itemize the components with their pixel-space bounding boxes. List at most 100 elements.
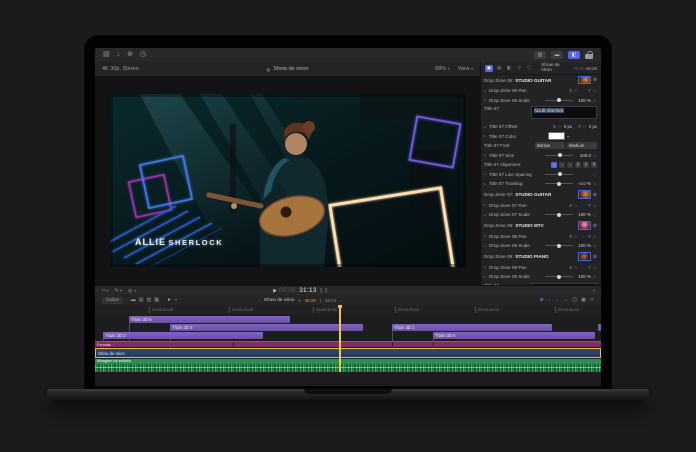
audio-meters-icon[interactable]	[320, 288, 322, 293]
stepper-icon[interactable]: ◇	[574, 203, 578, 208]
import-media-icon[interactable]: ↓	[117, 48, 121, 62]
line-spacing-slider[interactable]	[545, 174, 573, 175]
audio-inspector-tab[interactable]: ▽	[516, 65, 524, 72]
connect-edit-icon[interactable]: ⊕	[540, 297, 544, 303]
clip-appearance-icon[interactable]: ▦	[154, 297, 159, 303]
index-button[interactable]: Índice	[102, 297, 123, 304]
align-left-button[interactable]: ≡	[551, 162, 557, 168]
dropzone-thumbnail[interactable]	[578, 76, 591, 85]
scale-slider[interactable]	[545, 245, 573, 246]
target-tool-icon[interactable]: ◎	[128, 288, 132, 294]
draw-tool-icon[interactable]: ✎	[114, 288, 118, 294]
view-dropdown[interactable]: View ▾	[458, 66, 473, 72]
param-value[interactable]: 100 %	[575, 274, 591, 279]
stepper-icon[interactable]: ◇	[574, 88, 578, 93]
clip-appearance-icon[interactable]: ▬	[131, 297, 136, 303]
justify-button[interactable]: ≣	[575, 162, 581, 168]
background-tasks-icon[interactable]: ◷	[140, 48, 146, 62]
param-value[interactable]: 100.0	[575, 153, 591, 158]
param-value[interactable]: 100 %	[575, 243, 591, 248]
param-value[interactable]: -4.0 %	[575, 181, 591, 186]
overwrite-edit-icon[interactable]: ↔	[563, 297, 568, 303]
keyframe-icon[interactable]: ◇	[593, 181, 597, 186]
cursor-tool-icon[interactable]: ►	[167, 297, 172, 303]
inspector-layout-toggle[interactable]: ◧	[568, 51, 580, 59]
title-clip[interactable]: Título 3D 2	[103, 332, 263, 339]
scale-slider[interactable]	[545, 100, 573, 101]
formato-clip[interactable]: Formato	[95, 341, 601, 347]
keyframe-icon[interactable]: ◇	[593, 243, 597, 248]
justify-center-button[interactable]: ≣	[591, 162, 597, 168]
stepper-icon[interactable]: ◇	[583, 124, 587, 129]
chevron-down-icon[interactable]: ▾	[593, 288, 595, 293]
timeline-project-name[interactable]: Show de néon	[264, 298, 295, 303]
dropzone-thumbnail[interactable]	[578, 221, 591, 230]
stepper-icon[interactable]: ◇	[593, 88, 597, 93]
back-arrow-icon[interactable]: ‹	[258, 298, 259, 303]
title-clip[interactable]: Título 3D 1	[392, 324, 552, 331]
insert-edit-icon[interactable]: ↓	[548, 297, 551, 303]
audio-meters-icon[interactable]	[325, 288, 327, 293]
play-icon[interactable]: ▶	[273, 288, 277, 294]
dropzone-thumbnail[interactable]	[578, 252, 591, 261]
clear-dropzone-icon[interactable]: ⊗	[593, 223, 597, 229]
title-clip[interactable]: Título 3D 6	[129, 316, 290, 323]
keyframe-icon[interactable]: ◇	[593, 172, 597, 177]
color-swatch[interactable]	[548, 132, 565, 140]
scale-slider[interactable]	[545, 214, 573, 215]
title-clip[interactable]: Título 3D 8	[170, 324, 363, 331]
stepper-icon[interactable]: ◇	[574, 265, 578, 270]
stepper-icon[interactable]: ◇	[593, 234, 597, 239]
dropzone-thumbnail[interactable]	[578, 190, 591, 199]
tracking-slider[interactable]	[545, 183, 573, 184]
stepper-icon[interactable]: ◇	[558, 124, 562, 129]
font-family-popup[interactable]: Barlow↕	[535, 142, 565, 149]
param-value[interactable]: 100 %	[575, 98, 591, 103]
timecode-current: 31:13	[299, 287, 317, 294]
title-clip[interactable]	[598, 324, 601, 331]
scale-slider[interactable]	[545, 276, 573, 277]
clear-dropzone-icon[interactable]: ⊗	[593, 77, 597, 83]
clear-dropzone-icon[interactable]: ⊗	[593, 192, 597, 198]
color-inspector-tab[interactable]: ◧	[505, 65, 513, 72]
justify-left-button[interactable]: ≣	[583, 162, 589, 168]
font-weight-popup[interactable]: Medium↕	[567, 142, 597, 149]
clip-appearance-icon[interactable]: ▥	[147, 297, 152, 303]
append-edit-icon[interactable]: →	[554, 297, 559, 303]
video-inspector-tab[interactable]: ▤	[495, 65, 503, 72]
param-value[interactable]: 100 %	[575, 212, 591, 217]
clip-appearance-icon[interactable]: ▤	[139, 297, 144, 303]
y-value[interactable]: 0 px	[589, 124, 597, 129]
timeline-layout-toggle[interactable]: ▬	[551, 51, 563, 59]
stepper-icon[interactable]: ◇	[574, 234, 578, 239]
keyframe-icon[interactable]: ◇	[593, 153, 597, 158]
title-clip[interactable]: Título 3D 4	[433, 332, 595, 339]
primary-clip-selected[interactable]: Show de néon	[95, 348, 601, 358]
keyframe-icon[interactable]: ◇	[593, 212, 597, 217]
transform-tool-icon[interactable]: □	[102, 288, 105, 294]
size-slider[interactable]	[545, 155, 573, 156]
browser-layout-toggle[interactable]: ▥	[534, 51, 546, 59]
info-inspector-tab[interactable]: ⓘ	[526, 65, 534, 72]
clear-dropzone-icon[interactable]: ⊗	[593, 254, 597, 260]
audio-clip[interactable]: Mixagem de estúdio	[95, 359, 601, 372]
title-text-field[interactable]: ALLIE sherlock	[531, 106, 597, 119]
keyframe-icon[interactable]: ◇	[593, 274, 597, 279]
trim-icon[interactable]: ◫	[572, 297, 577, 303]
stepper-icon[interactable]: ◇	[593, 265, 597, 270]
blade-icon[interactable]: ✂	[590, 297, 594, 303]
keyword-editor-icon[interactable]: ⊛	[127, 48, 133, 62]
keyframe-icon[interactable]: ◇	[593, 98, 597, 103]
zoom-dropdown[interactable]: 68% ▾	[435, 66, 450, 72]
align-right-button[interactable]: ≡	[567, 162, 573, 168]
laptop-base	[47, 389, 649, 402]
forward-arrow-icon[interactable]: ›	[340, 298, 341, 303]
generator-inspector-tab[interactable]: ▣	[485, 65, 493, 72]
playhead[interactable]	[339, 305, 341, 372]
align-center-button[interactable]: ≡	[559, 162, 565, 168]
lock-icon[interactable]	[585, 51, 593, 60]
stepper-icon[interactable]: ◇	[593, 203, 597, 208]
sidebar-icon[interactable]: ▤	[103, 48, 110, 62]
x-value[interactable]: 0 px	[564, 124, 572, 129]
range-icon[interactable]: ▣	[581, 297, 586, 303]
